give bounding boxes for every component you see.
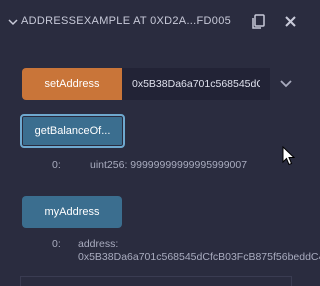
address-result-value: address: 0x5B38Da6a701c568545dCfcB03FcB8…	[78, 238, 320, 263]
close-icon[interactable]	[285, 16, 296, 27]
contract-header[interactable]: ADDRESSEXAMPLE AT 0XD2A...FD005	[0, 10, 311, 36]
next-function-container	[20, 276, 292, 286]
balance-result-value: uint256: 99999999999995999007	[90, 159, 248, 171]
my-address-button[interactable]: myAddress	[22, 196, 122, 228]
get-balance-of-button[interactable]: getBalanceOf...	[20, 114, 125, 148]
contract-title: ADDRESSEXAMPLE AT 0XD2A...FD005	[21, 15, 232, 27]
copy-icon[interactable]	[251, 14, 265, 30]
mouse-cursor-icon	[282, 146, 295, 166]
expand-chevron-icon[interactable]	[280, 80, 292, 88]
address-result-index: 0:	[52, 238, 61, 250]
balance-result-index: 0:	[52, 159, 61, 171]
set-address-button[interactable]: setAddress	[22, 68, 122, 100]
set-address-input[interactable]	[122, 68, 270, 100]
chevron-down-icon[interactable]	[8, 17, 18, 27]
